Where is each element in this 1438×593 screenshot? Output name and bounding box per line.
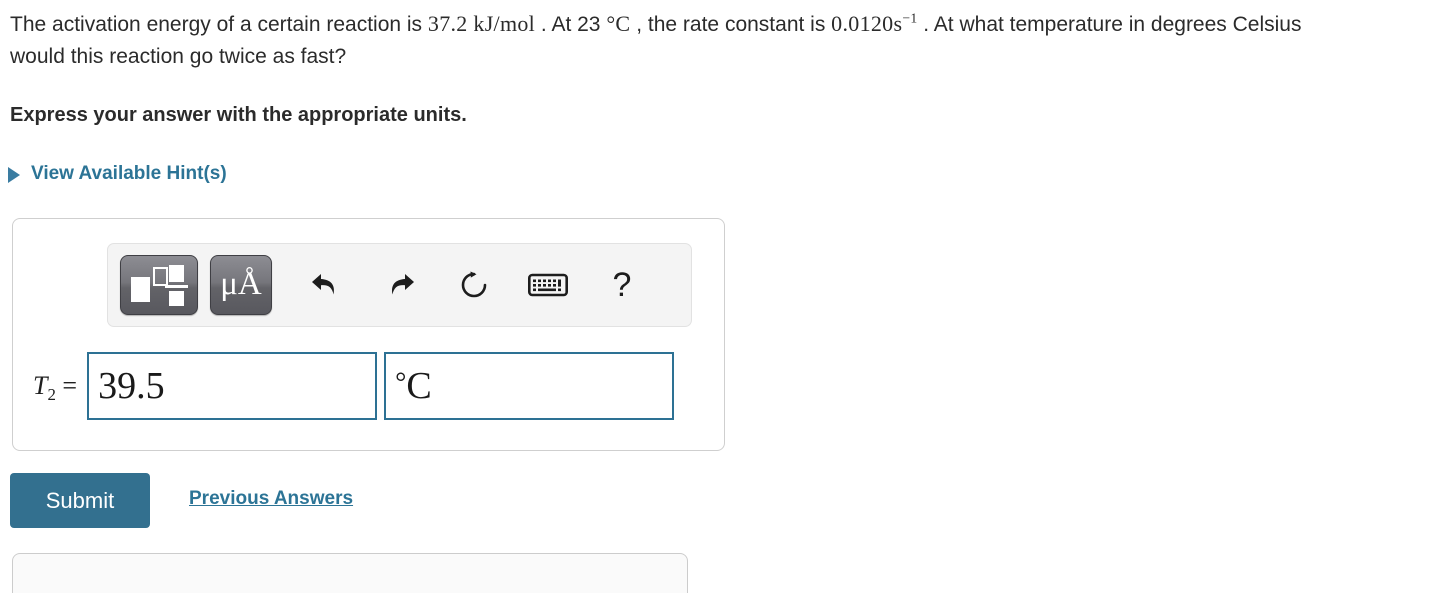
triangle-right-icon [8,166,20,183]
next-section-panel [12,553,688,593]
temperature-value: °C [606,11,631,36]
submit-button[interactable]: Submit [10,473,150,528]
answer-value-text: 39.5 [98,365,165,407]
keyboard-icon [528,273,568,297]
math-toolbar: μÅ ? [107,243,692,327]
celsius-symbol: C [406,365,432,407]
units-button[interactable]: μÅ [210,255,272,315]
answer-units-input[interactable]: °C [384,352,675,420]
view-hints-label: View Available Hint(s) [31,163,227,184]
question-part-3: , the rate constant is [630,13,832,36]
question-text: The activation energy of a certain react… [10,8,1330,73]
view-hints-toggle[interactable]: View Available Hint(s) [8,163,227,185]
previous-answers-link[interactable]: Previous Answers [189,488,353,510]
instruction-text: Express your answer with the appropriate… [10,104,467,126]
answer-value-input[interactable]: 39.5 [87,352,378,420]
answer-units-text: °C [395,367,432,405]
activation-energy-value: 37.2 kJ/mol [427,11,536,36]
help-button[interactable]: ? [596,259,648,311]
mu-angstrom-icon: μÅ [220,265,262,302]
rate-constant-mantissa: 0.0120s [831,11,903,36]
rate-constant-exponent: −1 [902,10,918,26]
answer-input-row: T2 = 39.5 °C [33,352,675,420]
variable-name: T [33,371,48,400]
equals-sign: = [62,371,78,400]
undo-arrow-icon [312,274,334,295]
reset-circular-arrow-icon [461,271,487,298]
redo-arrow-icon [392,274,414,295]
redo-button[interactable] [374,259,426,311]
undo-button[interactable] [300,259,352,311]
question-part-1: The activation energy of a certain react… [10,13,428,36]
reset-button[interactable] [448,259,500,311]
question-mark-icon: ? [612,265,632,304]
rate-constant-value: 0.0120s−1 [831,11,917,36]
math-template-button[interactable] [120,255,198,315]
degree-symbol: ° [395,367,407,399]
question-part-2: . At 23 [535,13,607,36]
keyboard-button[interactable] [522,259,574,311]
variable-subscript: 2 [47,385,56,405]
variable-label: T2 = [33,371,78,405]
math-template-icon [131,264,188,306]
answer-panel: μÅ ? T2 = 39.5 °C [12,218,725,451]
